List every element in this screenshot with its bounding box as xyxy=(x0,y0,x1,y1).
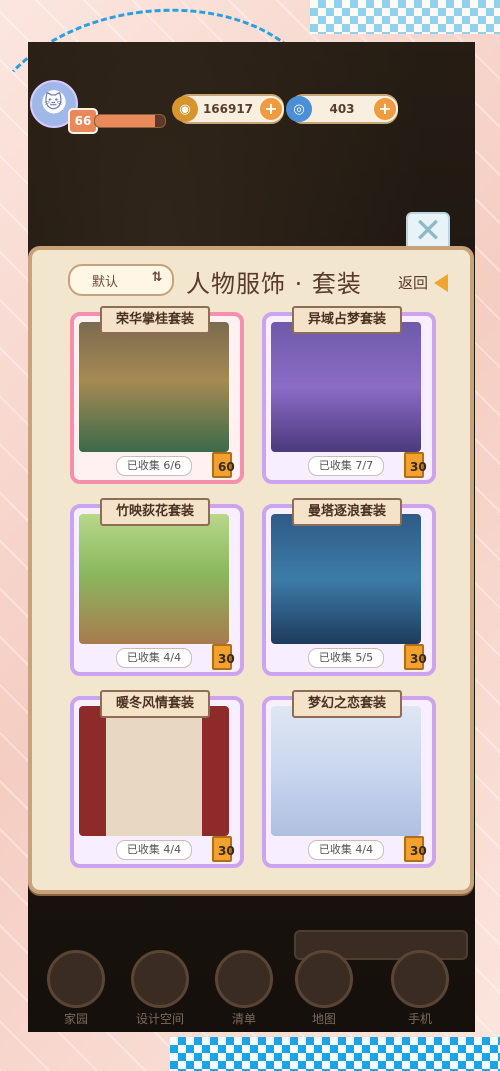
collected-count: 已收集 7/7 xyxy=(308,456,384,476)
nav-design-label: 设计空间 xyxy=(135,1012,184,1026)
outfit-card[interactable]: 曼塔逐浪套装 已收集 5/5 30 xyxy=(262,498,436,676)
book-count: 30 xyxy=(218,652,235,666)
outfit-card[interactable]: 暖冬风情套装 已收集 4/4 30 xyxy=(70,690,244,868)
home-icon xyxy=(47,950,105,1008)
checker-pattern-top xyxy=(310,0,500,34)
close-icon: ✕ xyxy=(413,211,443,251)
map-icon xyxy=(295,950,353,1008)
outfit-artwork xyxy=(79,706,229,836)
collected-count: 已收集 4/4 xyxy=(116,840,192,860)
xp-bar-fill xyxy=(95,115,155,127)
sort-icon: ⇅ xyxy=(151,270,163,285)
nav-home-label: 家园 xyxy=(63,1012,88,1026)
nav-menu[interactable]: 清单 xyxy=(214,950,274,1027)
nav-menu-label: 清单 xyxy=(231,1012,256,1026)
outfit-panel: 默认 ⇅ 人物服饰 · 套装 返回 荣华掌桂套装 已收集 6/6 60 异域占梦… xyxy=(28,246,474,894)
gold-amount: 166917 xyxy=(202,102,254,116)
add-gold-button[interactable]: + xyxy=(258,96,284,122)
book-count: 30 xyxy=(218,844,235,858)
gem-amount: 403 xyxy=(329,102,355,116)
outfit-card[interactable]: 异域占梦套装 已收集 7/7 30 xyxy=(262,306,436,484)
outfit-artwork xyxy=(271,514,421,644)
book-count: 60 xyxy=(218,460,235,474)
add-gem-button[interactable]: + xyxy=(372,96,398,122)
back-arrow-icon xyxy=(434,273,448,292)
nav-home[interactable]: 家园 xyxy=(46,950,106,1027)
outfit-card[interactable]: 荣华掌桂套装 已收集 6/6 60 xyxy=(70,306,244,484)
collected-count: 已收集 5/5 xyxy=(308,648,384,668)
collected-count: 已收集 4/4 xyxy=(116,648,192,668)
outfit-name: 荣华掌桂套装 xyxy=(100,306,210,334)
cat-icon: 🐱 xyxy=(44,92,63,113)
outfit-name: 曼塔逐浪套装 xyxy=(292,498,402,526)
outfit-artwork xyxy=(271,322,421,452)
outfit-name: 梦幻之恋套装 xyxy=(292,690,402,718)
coin-icon: ◉ xyxy=(172,96,198,122)
sort-label: 默认 xyxy=(92,274,119,290)
nav-map[interactable]: 地图 xyxy=(294,950,354,1027)
checker-pattern-bottom xyxy=(170,1037,500,1071)
collected-count: 已收集 6/6 xyxy=(116,456,192,476)
outfit-name: 暖冬风情套装 xyxy=(100,690,210,718)
outfit-name: 竹映荻花套装 xyxy=(100,498,210,526)
panel-title: 人物服饰 · 套装 xyxy=(186,270,362,298)
book-count: 30 xyxy=(410,460,427,474)
nav-map-label: 地图 xyxy=(311,1012,336,1026)
menu-icon xyxy=(215,950,273,1008)
collected-count: 已收集 4/4 xyxy=(308,840,384,860)
back-label: 返回 xyxy=(397,274,428,292)
gem-icon: ◎ xyxy=(286,96,312,122)
back-button[interactable]: 返回 xyxy=(398,272,448,293)
phone-icon xyxy=(391,950,449,1008)
xp-bar xyxy=(94,114,166,128)
gold-currency: ◉ 166917 + xyxy=(172,94,284,124)
sort-button[interactable]: 默认 ⇅ xyxy=(68,264,174,296)
book-count: 30 xyxy=(410,652,427,666)
outfit-card[interactable]: 竹映荻花套装 已收集 4/4 30 xyxy=(70,498,244,676)
outfit-name: 异域占梦套装 xyxy=(292,306,402,334)
design-icon xyxy=(131,950,189,1008)
outfit-artwork xyxy=(79,514,229,644)
book-count: 30 xyxy=(410,844,427,858)
nav-phone-label: 手机 xyxy=(407,1012,432,1026)
nav-phone[interactable]: 手机 xyxy=(390,950,450,1027)
outfit-card[interactable]: 梦幻之恋套装 已收集 4/4 30 xyxy=(262,690,436,868)
outfit-artwork xyxy=(79,322,229,452)
outfit-artwork xyxy=(271,706,421,836)
gem-currency: ◎ 403 + xyxy=(286,94,398,124)
bottom-nav: 家园 设计空间 清单 地图 手机 xyxy=(28,930,475,1032)
nav-design[interactable]: 设计空间 xyxy=(130,950,190,1027)
